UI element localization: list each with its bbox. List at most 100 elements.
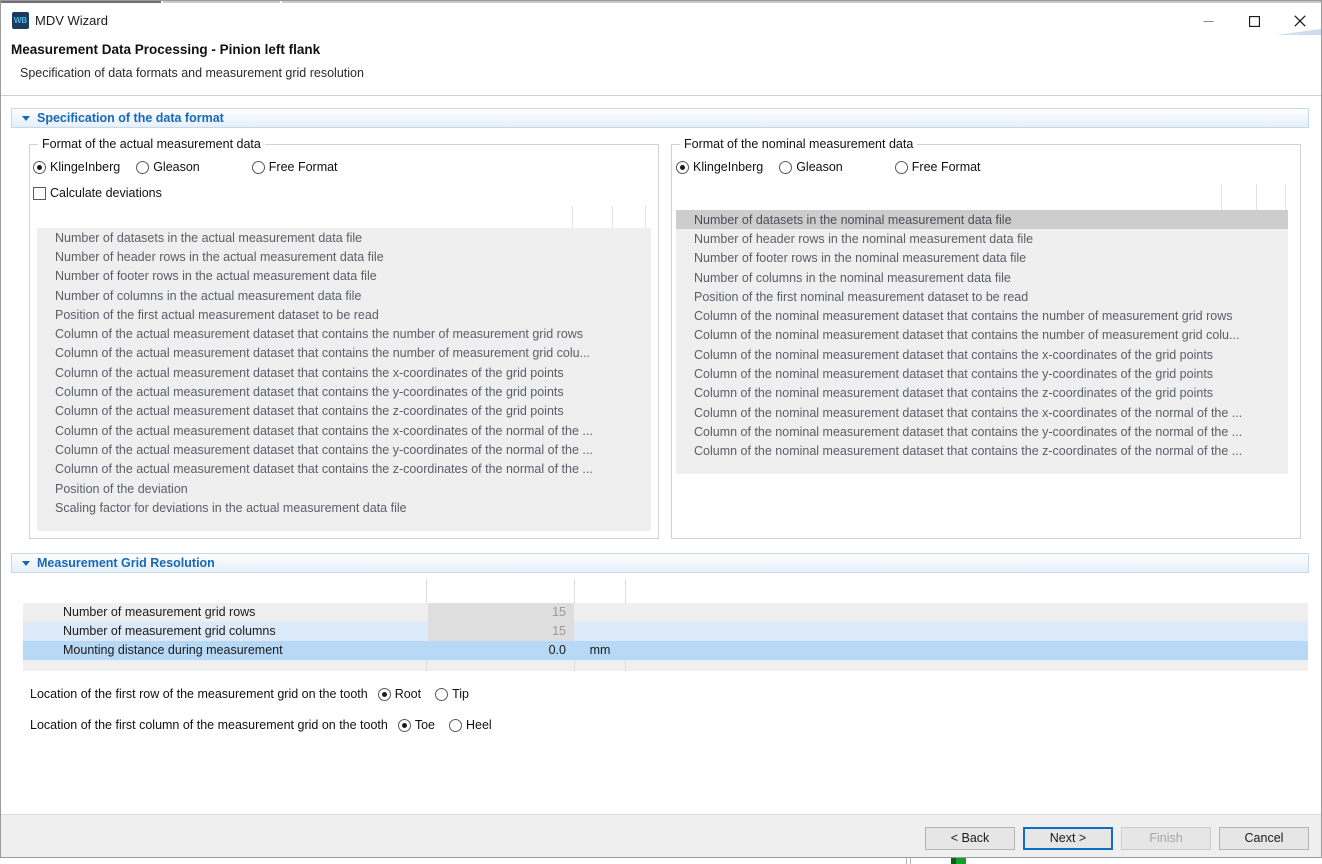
nominal-format-option-klingelnberg[interactable]: KlingeInberg bbox=[676, 160, 763, 174]
table-row[interactable]: Column of the actual measurement dataset… bbox=[37, 363, 651, 382]
actual-format-option-klingelnberg-label: KlingeInberg bbox=[50, 160, 120, 174]
table-row[interactable]: Column of the nominal measurement datase… bbox=[676, 403, 1288, 422]
table-row-label: Number of columns in the actual measurem… bbox=[37, 289, 361, 303]
close-button[interactable] bbox=[1277, 5, 1322, 37]
actual-format-option-gleason[interactable]: Gleason bbox=[136, 160, 200, 174]
grid-row-unit bbox=[575, 603, 625, 622]
table-row[interactable]: Column of the nominal measurement datase… bbox=[676, 364, 1288, 383]
first-column-location-option-heel[interactable]: Heel bbox=[449, 718, 492, 732]
table-row[interactable]: Position of the first nominal measuremen… bbox=[676, 287, 1288, 306]
radio-icon bbox=[779, 161, 792, 174]
table-row[interactable]: Number of datasets in the actual measure… bbox=[37, 228, 651, 247]
table-row[interactable]: Column of the actual measurement dataset… bbox=[37, 421, 651, 440]
table-row-label: Column of the nominal measurement datase… bbox=[676, 425, 1242, 439]
actual-property-table[interactable]: Number of datasets in the actual measure… bbox=[37, 206, 651, 531]
table-row[interactable]: Column of the actual measurement dataset… bbox=[37, 440, 651, 459]
grid-table-row[interactable]: Mounting distance during measurement0.0m… bbox=[23, 641, 1308, 660]
actual-format-option-free-format[interactable]: Free Format bbox=[252, 160, 338, 174]
table-row-label: Column of the nominal measurement datase… bbox=[676, 386, 1213, 400]
actual-format-option-gleason-label: Gleason bbox=[153, 160, 200, 174]
table-row-label: Column of the actual measurement dataset… bbox=[37, 443, 593, 457]
table-row[interactable]: Number of footer rows in the actual meas… bbox=[37, 267, 651, 286]
radio-icon bbox=[252, 161, 265, 174]
table-row[interactable]: Column of the nominal measurement datase… bbox=[676, 326, 1288, 345]
window-title: MDV Wizard bbox=[35, 12, 108, 29]
calculate-deviations-checkbox[interactable]: Calculate deviations bbox=[33, 186, 162, 200]
first-row-location-label: Location of the first row of the measure… bbox=[30, 687, 368, 701]
next-button[interactable]: Next > bbox=[1023, 827, 1113, 850]
table-row-label: Column of the nominal measurement datase… bbox=[676, 309, 1232, 323]
maximize-button[interactable] bbox=[1231, 5, 1277, 37]
table-row-label: Position of the first actual measurement… bbox=[37, 308, 379, 322]
table-row-label: Column of the actual measurement dataset… bbox=[37, 366, 564, 380]
section-title-grid-resolution: Measurement Grid Resolution bbox=[37, 556, 215, 570]
grid-table-empty-row bbox=[23, 660, 1308, 671]
table-row-label: Column of the nominal measurement datase… bbox=[676, 348, 1213, 362]
table-row[interactable]: Column of the nominal measurement datase… bbox=[676, 384, 1288, 403]
table-row[interactable]: Column of the actual measurement dataset… bbox=[37, 460, 651, 479]
grid-row-value[interactable]: 0.0 bbox=[428, 641, 574, 660]
grid-table-row[interactable]: Number of measurement grid columns 15 bbox=[23, 622, 1308, 641]
grid-row-label: Number of measurement grid rows bbox=[63, 603, 255, 622]
radio-icon bbox=[676, 161, 689, 174]
column-divider bbox=[426, 660, 427, 671]
grid-row-value[interactable]: 15 bbox=[428, 603, 574, 622]
first-row-location-row: Location of the first row of the measure… bbox=[30, 685, 469, 703]
table-row-label: Column of the actual measurement dataset… bbox=[37, 327, 583, 341]
radio-icon bbox=[895, 161, 908, 174]
table-row[interactable]: Column of the actual measurement dataset… bbox=[37, 402, 651, 421]
table-row-label: Column of the nominal measurement datase… bbox=[676, 328, 1239, 342]
column-divider bbox=[625, 660, 626, 671]
table-row[interactable]: Number of header rows in the actual meas… bbox=[37, 247, 651, 266]
minimize-button[interactable] bbox=[1185, 5, 1231, 37]
chevron-down-icon bbox=[22, 561, 30, 566]
minimize-icon bbox=[1203, 16, 1214, 27]
table-row[interactable]: Position of the deviation bbox=[37, 479, 651, 498]
table-row[interactable]: Column of the actual measurement dataset… bbox=[37, 382, 651, 401]
table-row[interactable]: Column of the nominal measurement datase… bbox=[676, 442, 1288, 461]
table-row[interactable]: Number of datasets in the nominal measur… bbox=[676, 210, 1288, 229]
section-header-grid-resolution[interactable]: Measurement Grid Resolution bbox=[11, 553, 1309, 573]
grid-row-value[interactable]: 15 bbox=[428, 622, 574, 641]
window-controls bbox=[1185, 5, 1322, 37]
table-row[interactable]: Column of the actual measurement dataset… bbox=[37, 344, 651, 363]
table-row-label: Column of the actual measurement dataset… bbox=[37, 404, 564, 418]
first-row-location-option-root-label: Root bbox=[395, 687, 421, 701]
table-row[interactable]: Number of footer rows in the nominal mea… bbox=[676, 249, 1288, 268]
nominal-format-option-gleason-label: Gleason bbox=[796, 160, 843, 174]
table-row-label: Column of the nominal measurement datase… bbox=[676, 367, 1213, 381]
page-subtitle: Specification of data formats and measur… bbox=[20, 66, 364, 80]
cancel-button[interactable]: Cancel bbox=[1219, 827, 1309, 850]
first-column-location-option-toe[interactable]: Toe bbox=[398, 718, 435, 732]
table-row[interactable]: Column of the nominal measurement datase… bbox=[676, 306, 1288, 325]
first-row-location-option-tip[interactable]: Tip bbox=[435, 687, 469, 701]
nominal-property-table[interactable]: Number of datasets in the nominal measur… bbox=[676, 184, 1288, 474]
table-row-label: Number of datasets in the nominal measur… bbox=[676, 213, 1012, 227]
table-row-label: Number of header rows in the nominal mea… bbox=[676, 232, 1033, 246]
first-row-location-option-root[interactable]: Root bbox=[378, 687, 421, 701]
actual-format-option-klingelnberg[interactable]: KlingeInberg bbox=[33, 160, 120, 174]
table-row-label: Column of the actual measurement dataset… bbox=[37, 346, 590, 360]
grid-resolution-table[interactable]: Number of measurement grid rows15Number … bbox=[23, 579, 1308, 671]
group-legend-nominal: Format of the nominal measurement data bbox=[680, 137, 917, 151]
app-icon: WB bbox=[12, 12, 29, 29]
grid-table-row[interactable]: Number of measurement grid rows 15 bbox=[23, 603, 1308, 622]
table-row[interactable]: Scaling factor for deviations in the act… bbox=[37, 498, 651, 517]
table-row[interactable]: Number of columns in the nominal measure… bbox=[676, 268, 1288, 287]
table-row[interactable]: Position of the first actual measurement… bbox=[37, 305, 651, 324]
nominal-format-option-free-format[interactable]: Free Format bbox=[895, 160, 981, 174]
table-row[interactable]: Number of columns in the actual measurem… bbox=[37, 286, 651, 305]
section-header-data-format[interactable]: Specification of the data format bbox=[11, 108, 1309, 128]
taskbar-app-icon[interactable] bbox=[956, 858, 966, 864]
table-row[interactable]: Column of the nominal measurement datase… bbox=[676, 422, 1288, 441]
nominal-format-option-klingelnberg-label: KlingeInberg bbox=[693, 160, 763, 174]
table-row[interactable]: Column of the nominal measurement datase… bbox=[676, 345, 1288, 364]
grid-row-unit bbox=[575, 622, 625, 641]
table-row[interactable]: Column of the actual measurement dataset… bbox=[37, 324, 651, 343]
grid-row-label: Number of measurement grid columns bbox=[63, 622, 276, 641]
nominal-format-option-gleason[interactable]: Gleason bbox=[779, 160, 843, 174]
table-row[interactable]: Number of header rows in the nominal mea… bbox=[676, 229, 1288, 248]
back-button[interactable]: < Back bbox=[925, 827, 1015, 850]
actual-table-row-container: Number of datasets in the actual measure… bbox=[37, 228, 651, 517]
wizard-footer: < BackNext >FinishCancel bbox=[1, 814, 1322, 858]
